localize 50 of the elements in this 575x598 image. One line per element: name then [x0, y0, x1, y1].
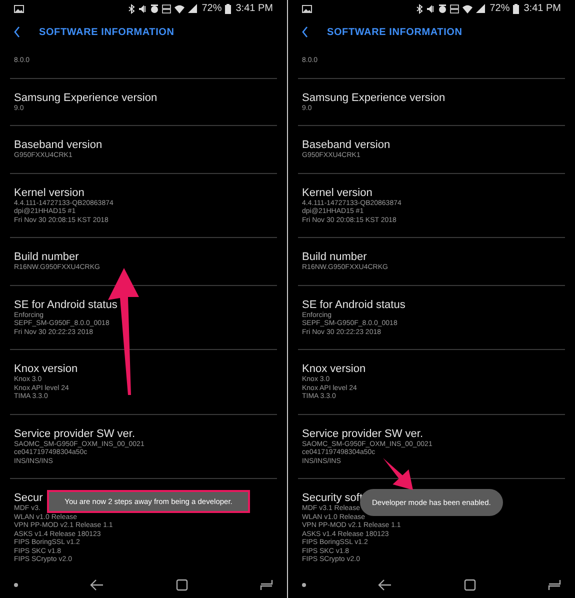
battery-icon	[224, 4, 231, 14]
setting-label: Kernel version	[302, 186, 372, 200]
setting-label: SE for Android status	[14, 298, 118, 312]
setting-label: Build number	[302, 250, 367, 264]
setting-label: Baseband version	[302, 138, 390, 152]
battery-percent: 72%	[202, 2, 222, 16]
home-icon[interactable]	[464, 579, 476, 591]
dot-icon[interactable]	[302, 583, 306, 587]
clock-time: 3:41 PM	[236, 2, 273, 16]
mute-icon	[138, 4, 147, 14]
signal-icon	[188, 4, 197, 14]
lte-icon	[162, 4, 171, 14]
setting-label: Knox version	[302, 362, 366, 376]
setting-label: Build number	[14, 250, 79, 264]
setting-label: Samsung Experience version	[14, 90, 158, 104]
clock-time: 3:41 PM	[524, 2, 561, 16]
page-title: SOFTWARE INFORMATION	[327, 26, 462, 40]
alarm-icon	[438, 4, 447, 14]
image-icon	[14, 4, 24, 12]
arrow-annotation	[383, 458, 413, 490]
setting-label: Samsung Experience version	[302, 90, 446, 104]
signal-icon	[476, 4, 485, 14]
battery-icon	[512, 4, 519, 14]
back-button[interactable]	[300, 25, 310, 39]
image-icon	[302, 4, 312, 12]
home-icon[interactable]	[176, 579, 188, 591]
alarm-icon	[150, 4, 159, 14]
setting-label: Service provider SW ver.	[302, 426, 424, 440]
dot-icon[interactable]	[14, 583, 18, 587]
bluetooth-icon	[128, 4, 135, 14]
setting-label: Knox version	[14, 362, 78, 376]
setting-label: Service provider SW ver.	[14, 426, 136, 440]
back-icon[interactable]	[378, 579, 392, 591]
setting-label: SE for Android status	[302, 298, 406, 312]
mute-icon	[426, 4, 435, 14]
recents-icon[interactable]	[260, 579, 273, 591]
lte-icon	[450, 4, 459, 14]
back-icon[interactable]	[90, 579, 104, 591]
wifi-icon	[174, 4, 185, 14]
setting-label: Kernel version	[14, 186, 84, 200]
back-icon	[302, 26, 308, 38]
setting-label: Secur	[14, 491, 43, 505]
page-title: SOFTWARE INFORMATION	[39, 26, 174, 40]
setting-label: Baseband version	[14, 138, 102, 152]
wifi-icon	[462, 4, 473, 14]
back-button[interactable]	[12, 25, 22, 39]
recents-icon[interactable]	[548, 579, 561, 591]
bluetooth-icon	[416, 4, 423, 14]
battery-percent: 72%	[490, 2, 510, 16]
back-icon	[14, 26, 20, 38]
